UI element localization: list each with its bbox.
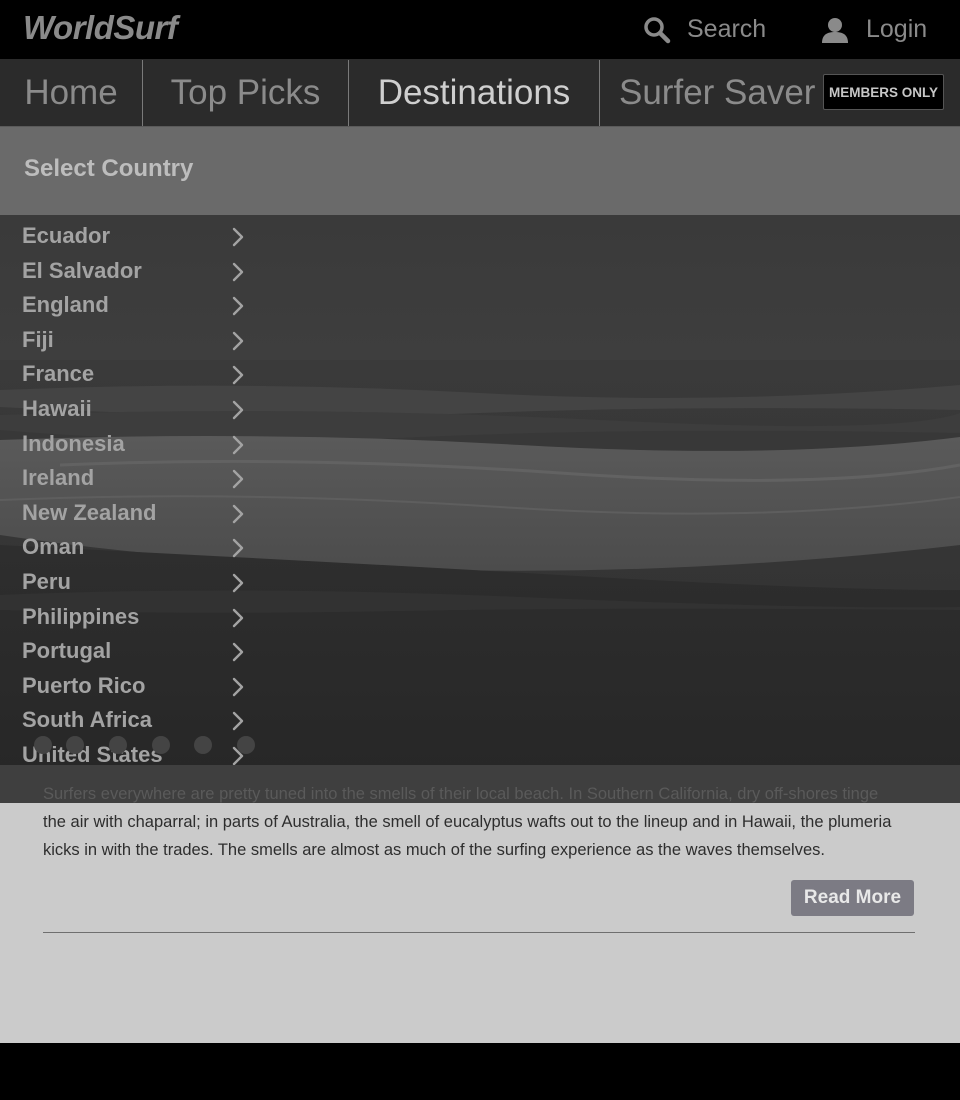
article-excerpt: Surfers everywhere are pretty tuned into…: [0, 765, 960, 1043]
country-item[interactable]: Ireland: [0, 457, 260, 492]
chevron-right-icon: [232, 573, 244, 598]
chevron-right-icon: [232, 677, 244, 702]
country-item[interactable]: Indonesia: [0, 423, 260, 458]
country-label: Hawaii: [22, 395, 92, 421]
article-line-1: Surfers everywhere are pretty tuned into…: [43, 785, 879, 803]
article-body: Surfers everywhere are pretty tuned into…: [43, 780, 923, 864]
user-icon: [820, 16, 850, 44]
country-list: Ecuador El Salvador England Fiji France Hawai…: [0, 215, 260, 769]
members-only-badge: MEMBERS ONLY: [823, 74, 944, 110]
country-item[interactable]: El Salvador: [0, 250, 260, 285]
article-line-rest: the air with chaparral; in parts of Aust…: [43, 813, 892, 859]
country-label: South Africa: [22, 707, 152, 733]
country-item[interactable]: Puerto Rico: [0, 665, 260, 700]
login-button[interactable]: Login: [820, 0, 927, 59]
country-label: Ecuador: [22, 223, 111, 248]
chevron-right-icon: [232, 331, 244, 356]
country-item[interactable]: Portugal: [0, 630, 260, 665]
country-item[interactable]: Oman: [0, 526, 260, 561]
top-bar: WorldSurf Search Login: [0, 0, 960, 59]
main-nav: Home Top Picks Destinations Surfer Saver…: [0, 59, 960, 126]
country-label: England: [22, 292, 109, 318]
select-country-header: Select Country: [0, 126, 960, 215]
bottom-bar: [0, 1043, 960, 1100]
carousel-dot[interactable]: [109, 736, 127, 754]
carousel-dot[interactable]: [152, 736, 170, 754]
carousel-dot[interactable]: [34, 736, 52, 754]
country-label: France: [22, 361, 95, 387]
search-label: Search: [687, 15, 767, 43]
chevron-right-icon: [232, 711, 244, 736]
country-item[interactable]: Fiji: [0, 319, 260, 354]
nav-home[interactable]: Home: [0, 59, 142, 126]
country-label: New Zealand: [22, 499, 157, 525]
country-label: El Salvador: [22, 257, 142, 283]
country-item[interactable]: Philippines: [0, 596, 260, 631]
chevron-right-icon: [232, 608, 244, 633]
country-item[interactable]: South Africa: [0, 699, 260, 734]
nav-top-picks[interactable]: Top Picks: [143, 59, 348, 126]
carousel-dot[interactable]: [194, 736, 212, 754]
country-label: Indonesia: [22, 430, 125, 456]
country-label: Ireland: [22, 465, 95, 491]
carousel-dot[interactable]: [237, 736, 255, 754]
chevron-right-icon: [232, 227, 244, 252]
login-label: Login: [866, 15, 928, 43]
chevron-right-icon: [232, 296, 244, 321]
carousel-dot[interactable]: [66, 736, 84, 754]
read-more-button[interactable]: Read More: [791, 880, 914, 916]
country-label: Oman: [22, 534, 85, 560]
chevron-right-icon: [232, 400, 244, 425]
country-label: Peru: [22, 568, 71, 594]
chevron-right-icon: [232, 504, 244, 529]
nav-destinations[interactable]: Destinations: [349, 59, 599, 126]
article-divider: [43, 932, 915, 933]
chevron-right-icon: [232, 435, 244, 460]
search-icon: [643, 16, 671, 44]
worldsurf-logo[interactable]: WorldSurf: [23, 9, 178, 47]
search-button[interactable]: Search: [643, 0, 766, 59]
country-item[interactable]: Ecuador: [0, 215, 260, 250]
country-label: Portugal: [22, 638, 112, 664]
select-country-title: Select Country: [24, 155, 194, 182]
country-item[interactable]: England: [0, 284, 260, 319]
carousel-dots: [0, 736, 960, 756]
country-item[interactable]: France: [0, 353, 260, 388]
chevron-right-icon: [232, 262, 244, 287]
country-label: Fiji: [22, 326, 54, 352]
chevron-right-icon: [232, 365, 244, 390]
country-item[interactable]: New Zealand: [0, 492, 260, 527]
chevron-right-icon: [232, 642, 244, 667]
country-label: Philippines: [22, 603, 140, 629]
country-item[interactable]: Peru: [0, 561, 260, 596]
chevron-right-icon: [232, 469, 244, 494]
nav-surfer-saver[interactable]: Surfer Saver: [600, 59, 830, 126]
chevron-right-icon: [232, 538, 244, 563]
country-item[interactable]: Hawaii: [0, 388, 260, 423]
country-label: Puerto Rico: [22, 672, 146, 698]
